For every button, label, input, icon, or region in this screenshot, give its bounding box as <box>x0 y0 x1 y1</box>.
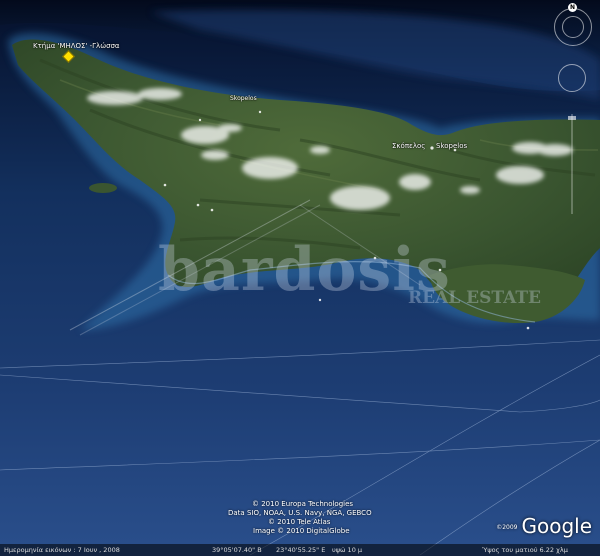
status-bar: Ημερομηνία εικόνων : 7 Ιουν , 2008 39°05… <box>0 544 600 556</box>
look-joystick-icon[interactable] <box>558 64 586 92</box>
islet <box>89 183 117 193</box>
credit-tele-atlas: © 2010 Tele Atlas <box>268 518 331 526</box>
longitude-readout: 23°40'55.25" E <box>276 546 326 554</box>
place-label-skopelos-road: Skopelos <box>230 95 257 102</box>
zoom-slider[interactable] <box>571 114 573 214</box>
watermark-logo: bardosis <box>158 235 451 305</box>
logo-year: ©2009 <box>496 524 518 531</box>
compass-icon[interactable]: N <box>552 3 594 46</box>
watermark-subtitle: REAL ESTATE <box>408 288 541 308</box>
place-label-skopelos: Skopelos <box>436 142 468 150</box>
credit-europa: © 2010 Europa Technologies <box>252 500 354 508</box>
google-logo: ©2009 Google <box>496 514 592 538</box>
north-indicator[interactable]: N <box>568 3 577 12</box>
credit-digitalglobe: Image © 2010 DigitalGlobe <box>253 527 350 535</box>
imagery-date: Ημερομηνία εικόνων : 7 Ιουν , 2008 <box>4 546 120 554</box>
place-label-skopelos-greek: Σκόπελος <box>392 142 426 150</box>
zoom-slider-thumb[interactable] <box>568 116 576 120</box>
map-viewport[interactable]: Κτήμα 'ΜΗΛΟΣ' -Γλώσσα Skopelos Σκόπελος … <box>0 0 600 556</box>
logo-text: Google <box>521 514 592 538</box>
placemark-label[interactable]: Κτήμα 'ΜΗΛΟΣ' -Γλώσσα <box>33 42 120 50</box>
eye-altitude-readout: Ύψος του ματιού 6.22 χλμ <box>482 546 568 554</box>
latitude-readout: 39°05'07.40" B <box>212 546 262 554</box>
credit-data-sources: Data SIO, NOAA, U.S. Navy, NGA, GEBCO <box>228 509 372 517</box>
elevation-readout: υψώ 10 μ <box>332 546 363 554</box>
